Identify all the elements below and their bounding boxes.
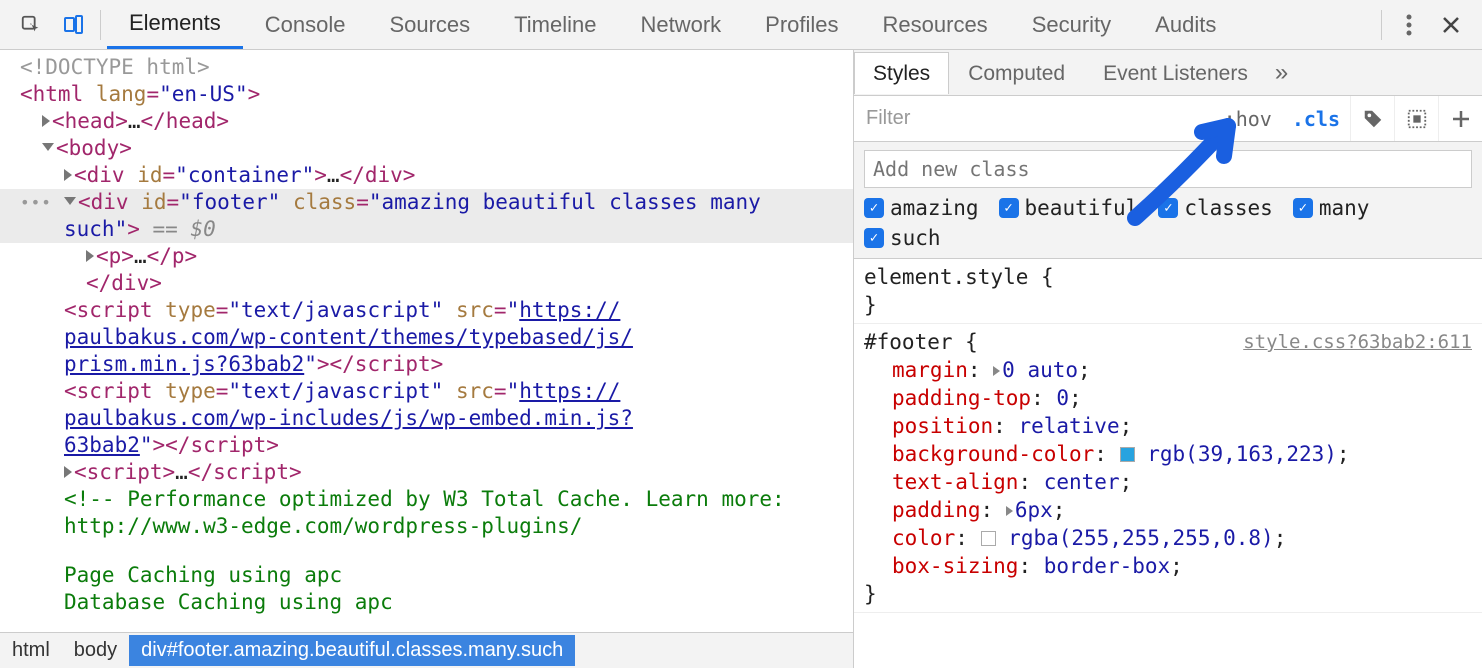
hov-toggle[interactable]: :hov xyxy=(1214,96,1282,141)
breadcrumb: html body div#footer.amazing.beautiful.c… xyxy=(0,632,853,668)
disclosure-triangle-icon[interactable] xyxy=(64,169,72,181)
kebab-menu-icon[interactable] xyxy=(1388,4,1430,46)
inspect-icon[interactable] xyxy=(10,4,52,46)
checkbox-icon: ✓ xyxy=(1158,198,1178,218)
separator xyxy=(1381,10,1382,40)
class-checkbox[interactable]: ✓many xyxy=(1293,196,1370,220)
class-checkbox[interactable]: ✓such xyxy=(864,226,941,250)
dom-container[interactable]: <div id="container">…</div> xyxy=(20,162,853,189)
rule-footer[interactable]: style.css?63bab2:611 #footer { margin: 0… xyxy=(854,324,1482,613)
disclosure-triangle-icon[interactable] xyxy=(64,197,76,205)
tab-elements[interactable]: Elements xyxy=(107,0,243,49)
dom-comment[interactable]: Page Caching using apc xyxy=(20,562,853,589)
ellipsis-icon: ••• xyxy=(20,189,38,243)
checkbox-icon: ✓ xyxy=(864,228,884,248)
crumb-html[interactable]: html xyxy=(0,635,62,666)
crumb-body[interactable]: body xyxy=(62,635,129,666)
dom-comment[interactable]: <!-- Performance optimized by W3 Total C… xyxy=(20,486,853,513)
rule-element-style[interactable]: element.style { } xyxy=(854,259,1482,324)
tab-timeline[interactable]: Timeline xyxy=(492,0,618,49)
dom-doctype[interactable]: <!DOCTYPE html> xyxy=(20,54,853,81)
dom-head[interactable]: <head>…</head> xyxy=(20,108,853,135)
class-panel: ✓amazing ✓beautiful ✓classes ✓many ✓such xyxy=(854,142,1482,259)
checkbox-icon: ✓ xyxy=(1293,198,1313,218)
subtab-event-listeners[interactable]: Event Listeners xyxy=(1084,52,1267,94)
devtools-toolbar: Elements Console Sources Timeline Networ… xyxy=(0,0,1482,50)
dom-comment[interactable]: http://www.w3-edge.com/wordpress-plugins… xyxy=(20,513,853,540)
class-checkbox[interactable]: ✓beautiful xyxy=(999,196,1139,220)
disclosure-triangle-icon[interactable] xyxy=(64,466,72,478)
dom-selected-node[interactable]: ••• <div id="footer" class="amazing beau… xyxy=(0,189,853,243)
subtab-styles[interactable]: Styles xyxy=(854,52,949,94)
separator xyxy=(100,10,101,40)
dom-html-open[interactable]: <html lang="en-US"> xyxy=(20,81,853,108)
dom-footer-close[interactable]: </div> xyxy=(20,270,853,297)
add-class-input[interactable] xyxy=(864,150,1472,188)
tab-security[interactable]: Security xyxy=(1010,0,1133,49)
overflow-icon[interactable]: » xyxy=(1267,59,1296,87)
tab-profiles[interactable]: Profiles xyxy=(743,0,860,49)
tab-sources[interactable]: Sources xyxy=(367,0,492,49)
expand-triangle-icon[interactable] xyxy=(1006,506,1013,516)
dom-p[interactable]: <p>…</p> xyxy=(20,243,853,270)
disclosure-triangle-icon[interactable] xyxy=(86,250,94,262)
styles-filter-row: Filter :hov .cls xyxy=(854,96,1482,142)
checkbox-icon: ✓ xyxy=(999,198,1019,218)
color-swatch-icon[interactable] xyxy=(1120,447,1135,462)
tab-resources[interactable]: Resources xyxy=(861,0,1010,49)
add-rule-icon[interactable] xyxy=(1438,96,1482,141)
dom-script3[interactable]: <script>…</script> xyxy=(20,459,853,486)
disclosure-triangle-icon[interactable] xyxy=(42,115,50,127)
checkbox-icon: ✓ xyxy=(864,198,884,218)
dom-script2[interactable]: <script type="text/javascript" src="http… xyxy=(20,378,853,459)
color-swatch-icon[interactable] xyxy=(981,531,996,546)
styles-rules: element.style { } style.css?63bab2:611 #… xyxy=(854,259,1482,668)
class-checkbox[interactable]: ✓classes xyxy=(1158,196,1273,220)
price-tag-icon[interactable] xyxy=(1350,96,1394,141)
rule-source-link[interactable]: style.css?63bab2:611 xyxy=(1243,328,1472,356)
dom-tree[interactable]: <!DOCTYPE html> <html lang="en-US"> <hea… xyxy=(0,50,853,632)
panel-tabs: Elements Console Sources Timeline Networ… xyxy=(107,0,1238,49)
crumb-selected[interactable]: div#footer.amazing.beautiful.classes.man… xyxy=(129,635,575,666)
dom-script1[interactable]: <script type="text/javascript" src="http… xyxy=(20,297,853,378)
subtab-computed[interactable]: Computed xyxy=(949,52,1084,94)
styles-subtabs: Styles Computed Event Listeners » xyxy=(854,50,1482,96)
disclosure-triangle-icon[interactable] xyxy=(42,143,54,151)
class-checkbox[interactable]: ✓amazing xyxy=(864,196,979,220)
device-mode-icon[interactable] xyxy=(52,4,94,46)
dom-body-open[interactable]: <body> xyxy=(20,135,853,162)
filter-input[interactable]: Filter xyxy=(854,107,1214,130)
tab-audits[interactable]: Audits xyxy=(1133,0,1238,49)
box-model-icon[interactable] xyxy=(1394,96,1438,141)
dom-comment[interactable]: Database Caching using apc xyxy=(20,589,853,616)
close-icon[interactable] xyxy=(1430,4,1472,46)
tab-console[interactable]: Console xyxy=(243,0,368,49)
expand-triangle-icon[interactable] xyxy=(993,366,1000,376)
cls-toggle[interactable]: .cls xyxy=(1282,96,1350,141)
tab-network[interactable]: Network xyxy=(618,0,743,49)
